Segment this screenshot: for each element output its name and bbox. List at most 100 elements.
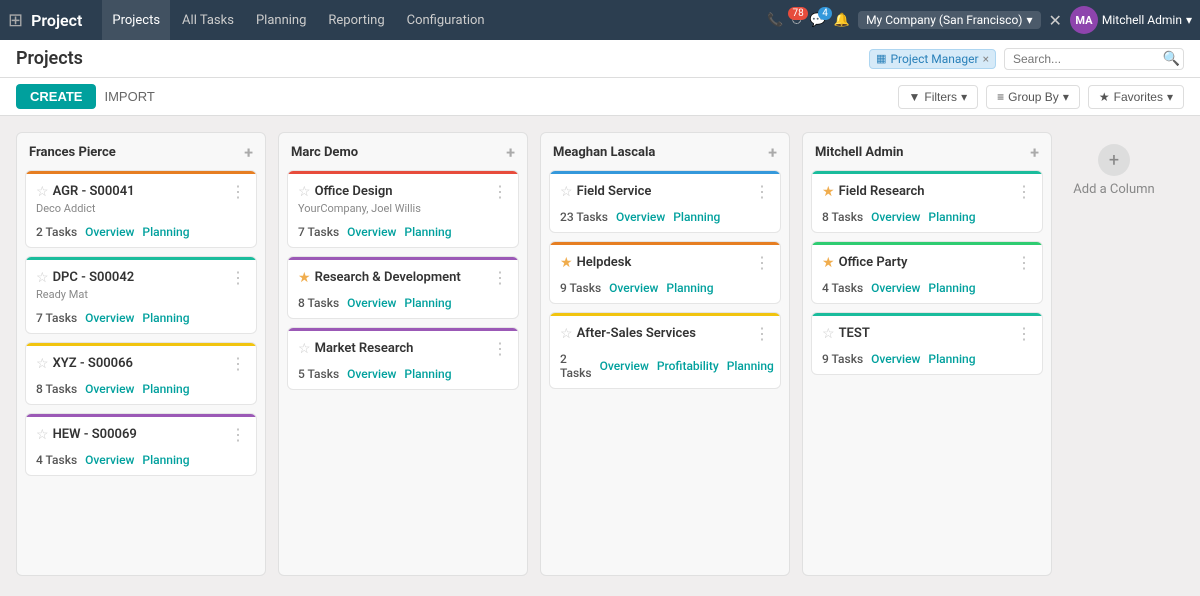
card-star[interactable]: ☆ bbox=[298, 341, 311, 357]
chat-icon[interactable]: 💬4 bbox=[810, 13, 826, 28]
card-star[interactable]: ☆ bbox=[560, 184, 573, 200]
card-star[interactable]: ☆ bbox=[36, 427, 49, 443]
card-star[interactable]: ★ bbox=[560, 255, 573, 271]
close-icon[interactable]: ✕ bbox=[1049, 11, 1062, 30]
card-link-overview[interactable]: Overview bbox=[347, 367, 396, 381]
card-link-planning[interactable]: Planning bbox=[673, 210, 720, 224]
search-input[interactable] bbox=[1004, 48, 1184, 70]
card-link-overview[interactable]: Overview bbox=[347, 296, 396, 310]
card-title-row: ☆ XYZ - S00066 ⋮ bbox=[36, 356, 246, 372]
card-more-btn[interactable]: ⋮ bbox=[230, 356, 246, 372]
create-button[interactable]: CREATE bbox=[16, 84, 96, 109]
nav-link-configuration[interactable]: Configuration bbox=[397, 0, 495, 40]
card-link-planning[interactable]: Planning bbox=[142, 382, 189, 396]
card-link-overview[interactable]: Overview bbox=[85, 311, 134, 325]
card-link-planning[interactable]: Planning bbox=[404, 296, 451, 310]
card-title: Office Party bbox=[839, 255, 1012, 270]
card-card-market[interactable]: ☆ Market Research ⋮ 5 TasksOverviewPlann… bbox=[287, 327, 519, 390]
card-more-btn[interactable]: ⋮ bbox=[754, 184, 770, 200]
column-add-btn[interactable]: + bbox=[506, 143, 515, 162]
card-star[interactable]: ☆ bbox=[298, 184, 311, 200]
timer-icon[interactable]: ⏱78 bbox=[792, 13, 802, 28]
search-icon[interactable]: 🔍 bbox=[1163, 51, 1180, 67]
card-star[interactable]: ☆ bbox=[36, 270, 49, 286]
card-link-overview[interactable]: Overview bbox=[871, 352, 920, 366]
card-link-planning[interactable]: Planning bbox=[727, 359, 774, 373]
card-link-planning[interactable]: Planning bbox=[404, 225, 451, 239]
card-title-row: ☆ Market Research ⋮ bbox=[298, 341, 508, 357]
user-menu[interactable]: MA Mitchell Admin ▾ bbox=[1070, 6, 1192, 34]
card-body: ★ Research & Development ⋮ bbox=[288, 260, 518, 292]
nav-link-projects[interactable]: Projects bbox=[102, 0, 170, 40]
card-card-after-sales[interactable]: ☆ After-Sales Services ⋮ 2 TasksOverview… bbox=[549, 312, 781, 389]
nav-link-planning[interactable]: Planning bbox=[246, 0, 316, 40]
card-more-btn[interactable]: ⋮ bbox=[492, 341, 508, 357]
card-card-agr[interactable]: ☆ AGR - S00041 ⋮ Deco Addict2 TasksOverv… bbox=[25, 170, 257, 248]
card-star[interactable]: ★ bbox=[822, 255, 835, 271]
column-add-btn[interactable]: + bbox=[244, 143, 253, 162]
card-card-office-design[interactable]: ☆ Office Design ⋮ YourCompany, Joel Will… bbox=[287, 170, 519, 248]
card-star[interactable]: ☆ bbox=[560, 326, 573, 342]
card-footer: 8 TasksOverviewPlanning bbox=[812, 206, 1042, 232]
nav-link-all-tasks[interactable]: All Tasks bbox=[172, 0, 244, 40]
card-footer: 4 TasksOverviewPlanning bbox=[26, 449, 256, 475]
card-more-btn[interactable]: ⋮ bbox=[754, 326, 770, 342]
card-more-btn[interactable]: ⋮ bbox=[754, 255, 770, 271]
card-more-btn[interactable]: ⋮ bbox=[230, 184, 246, 200]
favorites-button[interactable]: ★ Favorites ▾ bbox=[1088, 85, 1184, 109]
company-selector[interactable]: My Company (San Francisco) ▾ bbox=[858, 11, 1040, 29]
card-link-overview[interactable]: Overview bbox=[85, 225, 134, 239]
nav-link-reporting[interactable]: Reporting bbox=[318, 0, 394, 40]
card-link-planning[interactable]: Planning bbox=[928, 352, 975, 366]
filter-remove-btn[interactable]: × bbox=[983, 52, 989, 66]
card-link-overview[interactable]: Overview bbox=[871, 281, 920, 295]
card-link-planning[interactable]: Planning bbox=[666, 281, 713, 295]
favorites-label: Favorites bbox=[1114, 90, 1163, 104]
card-card-rd[interactable]: ★ Research & Development ⋮ 8 TasksOvervi… bbox=[287, 256, 519, 319]
card-footer: 2 TasksOverviewPlanning bbox=[26, 221, 256, 247]
card-more-btn[interactable]: ⋮ bbox=[492, 270, 508, 286]
card-card-hew[interactable]: ☆ HEW - S00069 ⋮ 4 TasksOverviewPlanning bbox=[25, 413, 257, 476]
card-star[interactable]: ★ bbox=[822, 184, 835, 200]
card-link-overview[interactable]: Overview bbox=[347, 225, 396, 239]
column-add-btn[interactable]: + bbox=[1030, 143, 1039, 162]
groupby-button[interactable]: ≡ Group By ▾ bbox=[986, 85, 1080, 109]
card-link-planning[interactable]: Planning bbox=[142, 225, 189, 239]
card-link-planning[interactable]: Planning bbox=[928, 210, 975, 224]
card-link-profitability[interactable]: Profitability bbox=[657, 359, 719, 373]
phone-icon[interactable]: 📞 bbox=[767, 13, 783, 28]
card-link-planning[interactable]: Planning bbox=[404, 367, 451, 381]
import-button[interactable]: IMPORT bbox=[104, 89, 154, 104]
card-more-btn[interactable]: ⋮ bbox=[492, 184, 508, 200]
column-add-btn[interactable]: + bbox=[768, 143, 777, 162]
card-card-helpdesk[interactable]: ★ Helpdesk ⋮ 9 TasksOverviewPlanning bbox=[549, 241, 781, 304]
filters-button[interactable]: ▼ Filters ▾ bbox=[898, 85, 979, 109]
update-icon[interactable]: 🔔 bbox=[834, 13, 850, 28]
card-more-btn[interactable]: ⋮ bbox=[230, 427, 246, 443]
card-card-field-service[interactable]: ☆ Field Service ⋮ 23 TasksOverviewPlanni… bbox=[549, 170, 781, 233]
card-link-planning[interactable]: Planning bbox=[142, 311, 189, 325]
card-star[interactable]: ☆ bbox=[36, 184, 49, 200]
card-card-office-party[interactable]: ★ Office Party ⋮ 4 TasksOverviewPlanning bbox=[811, 241, 1043, 304]
card-card-dpc[interactable]: ☆ DPC - S00042 ⋮ Ready Mat7 TasksOvervie… bbox=[25, 256, 257, 334]
card-more-btn[interactable]: ⋮ bbox=[1016, 255, 1032, 271]
card-link-planning[interactable]: Planning bbox=[142, 453, 189, 467]
card-card-field-research[interactable]: ★ Field Research ⋮ 8 TasksOverviewPlanni… bbox=[811, 170, 1043, 233]
card-link-overview[interactable]: Overview bbox=[600, 359, 649, 373]
card-card-xyz[interactable]: ☆ XYZ - S00066 ⋮ 8 TasksOverviewPlanning bbox=[25, 342, 257, 405]
add-column-btn[interactable]: + Add a Column bbox=[1064, 132, 1164, 576]
card-link-overview[interactable]: Overview bbox=[85, 382, 134, 396]
card-link-overview[interactable]: Overview bbox=[871, 210, 920, 224]
card-more-btn[interactable]: ⋮ bbox=[1016, 184, 1032, 200]
card-star[interactable]: ☆ bbox=[822, 326, 835, 342]
card-link-overview[interactable]: Overview bbox=[609, 281, 658, 295]
card-link-overview[interactable]: Overview bbox=[85, 453, 134, 467]
card-more-btn[interactable]: ⋮ bbox=[230, 270, 246, 286]
card-star[interactable]: ☆ bbox=[36, 356, 49, 372]
card-card-test[interactable]: ☆ TEST ⋮ 9 TasksOverviewPlanning bbox=[811, 312, 1043, 375]
card-star[interactable]: ★ bbox=[298, 270, 311, 286]
card-link-overview[interactable]: Overview bbox=[616, 210, 665, 224]
card-link-planning[interactable]: Planning bbox=[928, 281, 975, 295]
card-more-btn[interactable]: ⋮ bbox=[1016, 326, 1032, 342]
grid-icon[interactable]: ⊞ bbox=[8, 10, 23, 31]
